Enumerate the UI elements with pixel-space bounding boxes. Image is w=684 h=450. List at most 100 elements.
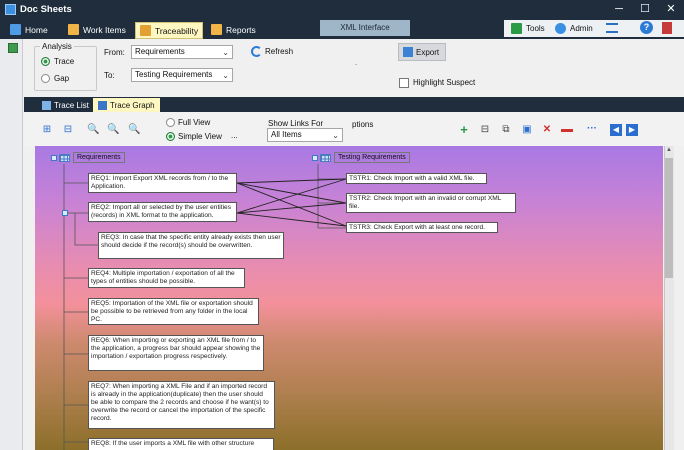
test-node[interactable]: TSTR2: Check Import with an invalid or c… xyxy=(346,193,516,213)
full-view-label: Full View xyxy=(178,118,211,127)
copy-icon[interactable]: ⧉ xyxy=(500,124,512,136)
tab-reports[interactable]: Reports xyxy=(207,21,260,38)
req-node[interactable]: REQ1: Import Export XML records from / t… xyxy=(88,173,237,193)
save-icon[interactable]: ▣ xyxy=(521,124,533,136)
help-icon[interactable]: ? xyxy=(640,21,653,34)
tools-icon xyxy=(511,23,522,34)
tools-label: Tools xyxy=(526,24,545,33)
scroll-up-icon[interactable]: ▲ xyxy=(666,147,672,153)
requirements-grid-icon xyxy=(59,154,70,162)
collapse-requirements-icon[interactable] xyxy=(51,155,57,161)
options-label: ptions xyxy=(352,120,374,129)
test-node[interactable]: TSTR1: Check Import with a valid XML fil… xyxy=(346,173,487,184)
list-menu-icon[interactable] xyxy=(606,23,618,33)
maximize-button[interactable]: ☐ xyxy=(632,2,658,18)
collapse-tree-icon[interactable]: ⊟ xyxy=(62,124,74,136)
full-view-radio[interactable] xyxy=(166,118,175,127)
admin-button[interactable]: Admin xyxy=(551,20,597,37)
collapse-req2-icon[interactable] xyxy=(62,210,68,216)
chevron-down-icon: ⌄ xyxy=(332,131,339,140)
reports-icon xyxy=(211,24,222,35)
analysis-group-label: Analysis xyxy=(40,42,74,51)
window-title: Doc Sheets xyxy=(20,4,72,15)
from-select[interactable]: Requirements ⌄ xyxy=(131,45,233,59)
tab-home-label: Home xyxy=(25,24,48,35)
previous-icon[interactable]: ◀ xyxy=(610,124,622,136)
export-button[interactable]: Export xyxy=(398,43,446,61)
app-window: Doc Sheets ─ ☐ ✕ Home Work Items Traceab… xyxy=(0,0,684,450)
scrollbar-thumb[interactable] xyxy=(665,158,673,278)
req-node[interactable]: REQ6: When importing or exporting an XML… xyxy=(88,335,264,371)
admin-icon xyxy=(555,23,566,34)
show-links-label: Show Links For xyxy=(268,119,324,128)
req-node[interactable]: REQ2: Import all or selected by the user… xyxy=(88,202,237,222)
simple-view-label: Simple View xyxy=(178,132,222,141)
zoom-out-icon[interactable]: 🔍 xyxy=(87,124,99,136)
show-links-value: All Items xyxy=(271,130,302,139)
testing-requirements-grid-icon xyxy=(320,154,331,162)
req-node[interactable]: REQ5: Importation of the XML file or exp… xyxy=(88,298,259,325)
tab-home[interactable]: Home xyxy=(6,21,52,38)
tab-traceability[interactable]: Traceability xyxy=(135,22,204,39)
close-button[interactable]: ✕ xyxy=(658,2,684,18)
left-pane xyxy=(0,39,23,450)
more-icon[interactable]: ··· xyxy=(586,123,598,135)
export-label: Export xyxy=(416,47,440,57)
gap-radio[interactable] xyxy=(41,74,50,83)
show-links-select[interactable]: All Items ⌄ xyxy=(267,128,343,142)
tab-trace-graph-label: Trace Graph xyxy=(110,100,155,110)
trace-list-icon xyxy=(42,100,51,110)
refresh-button[interactable]: Refresh xyxy=(265,47,293,56)
zoom-in-icon[interactable]: 🔍 xyxy=(107,124,119,136)
req-node[interactable]: REQ4: Multiple importation / exportation… xyxy=(88,268,245,288)
test-node[interactable]: TSTR3: Check Export with at least one re… xyxy=(346,222,498,233)
chevron-down-icon: ⌄ xyxy=(222,71,229,80)
app-logo-icon xyxy=(5,4,16,15)
requirements-header[interactable]: Requirements xyxy=(73,152,125,163)
tab-reports-label: Reports xyxy=(226,24,256,35)
trace-graph-icon xyxy=(98,100,107,110)
tab-trace-list[interactable]: Trace List xyxy=(37,98,94,112)
collapse-tests-icon[interactable] xyxy=(312,155,318,161)
highlight-suspect-checkbox[interactable] xyxy=(399,78,409,88)
to-select[interactable]: Testing Requirements ⌄ xyxy=(131,68,233,82)
minimize-button[interactable]: ─ xyxy=(606,2,632,18)
export-icon xyxy=(403,47,413,57)
trace-radio-label: Trace xyxy=(54,57,75,66)
navigator-icon[interactable] xyxy=(8,43,18,53)
req-node[interactable]: REQ3: In case that the specific entity a… xyxy=(98,232,284,259)
admin-label: Admin xyxy=(570,24,593,33)
more-options-button[interactable]: ... xyxy=(231,131,238,140)
from-label: From: xyxy=(104,48,125,57)
simple-view-radio[interactable] xyxy=(166,132,175,141)
analysis-group xyxy=(34,46,97,91)
delete-icon[interactable]: ✕ xyxy=(541,124,553,136)
tab-work-items[interactable]: Work Items xyxy=(64,21,130,38)
link-icon[interactable]: ⊟ xyxy=(479,124,491,136)
trace-radio[interactable] xyxy=(41,57,50,66)
tab-work-items-label: Work Items xyxy=(83,24,126,35)
highlight-suspect-label: Highlight Suspect xyxy=(413,78,476,87)
chevron-down-icon: ⌄ xyxy=(222,48,229,57)
zoom-fit-icon[interactable]: 🔍 xyxy=(128,124,140,136)
tools-button[interactable]: Tools xyxy=(507,20,549,37)
context-label: XML Interface xyxy=(320,20,410,36)
from-select-value: Requirements xyxy=(135,47,185,56)
separator-dot: . xyxy=(355,58,358,67)
refresh-icon[interactable] xyxy=(251,46,262,57)
req-node[interactable]: REQ7: When importing a XML File and if a… xyxy=(88,381,275,429)
add-icon[interactable]: + xyxy=(458,123,470,136)
expand-tree-icon[interactable]: ⊞ xyxy=(41,124,53,136)
home-icon xyxy=(10,24,21,35)
graph-toolbar xyxy=(24,112,684,146)
traceability-icon xyxy=(140,25,151,36)
to-label: To: xyxy=(104,71,115,80)
tab-trace-graph[interactable]: Trace Graph xyxy=(93,98,160,112)
next-icon[interactable]: ▶ xyxy=(626,124,638,136)
testing-requirements-header[interactable]: Testing Requirements xyxy=(334,152,410,163)
logout-icon[interactable] xyxy=(662,22,672,34)
title-bar xyxy=(0,0,684,20)
to-select-value: Testing Requirements xyxy=(135,70,213,79)
remove-link-icon[interactable] xyxy=(561,129,573,132)
req-node[interactable]: REQ8: If the user imports a XML file wit… xyxy=(88,438,274,450)
